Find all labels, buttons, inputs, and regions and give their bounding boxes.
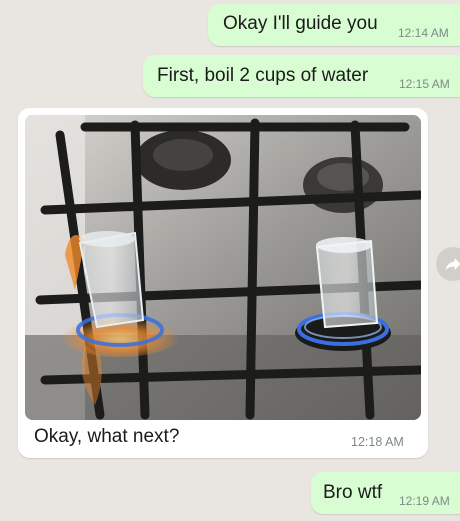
message-timestamp: 12:14 AM — [398, 26, 449, 40]
chat-thread: Okay I'll guide you 12:14 AM First, boil… — [0, 0, 460, 521]
message-timestamp: 12:15 AM — [399, 77, 450, 91]
message-timestamp: 12:18 AM — [351, 435, 404, 449]
message-bubble-outgoing[interactable]: Bro wtf 12:19 AM — [311, 472, 460, 514]
message-bubble-outgoing[interactable]: First, boil 2 cups of water 12:15 AM — [143, 55, 460, 97]
message-bubble-incoming-photo[interactable]: Okay, what next? 12:18 AM — [18, 108, 428, 458]
photo-attachment[interactable] — [25, 115, 421, 420]
message-timestamp: 12:19 AM — [399, 494, 450, 508]
share-forward-icon[interactable] — [436, 247, 460, 281]
stove-photo — [25, 115, 421, 420]
message-text: Okay, what next? — [34, 426, 180, 447]
message-bubble-outgoing[interactable]: Okay I'll guide you 12:14 AM — [208, 4, 460, 46]
message-text: First, boil 2 cups of water — [157, 65, 369, 86]
message-text: Bro wtf — [323, 482, 383, 503]
message-text: Okay I'll guide you — [223, 13, 378, 34]
